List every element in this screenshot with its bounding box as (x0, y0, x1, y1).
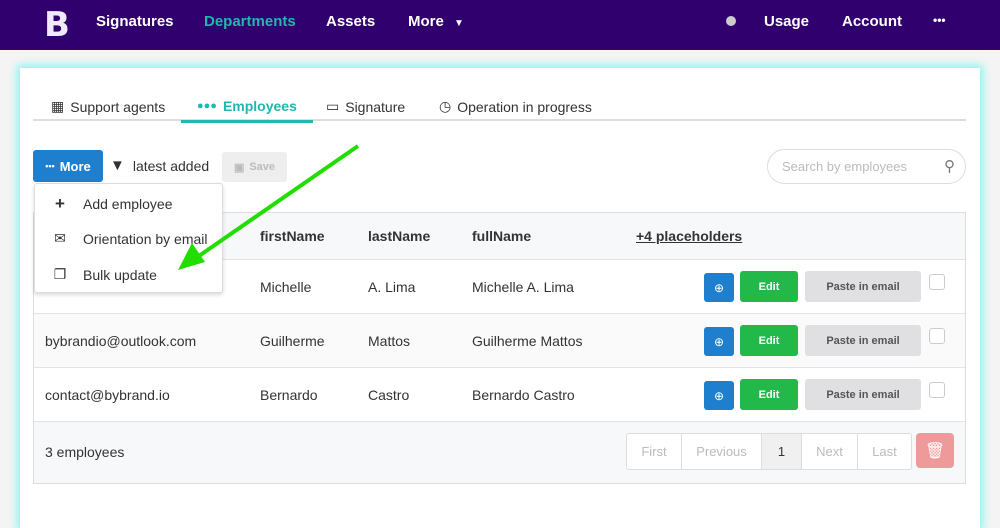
arrow-line (194, 144, 360, 260)
arrow-head (178, 243, 205, 270)
annotation-arrow (178, 144, 360, 270)
